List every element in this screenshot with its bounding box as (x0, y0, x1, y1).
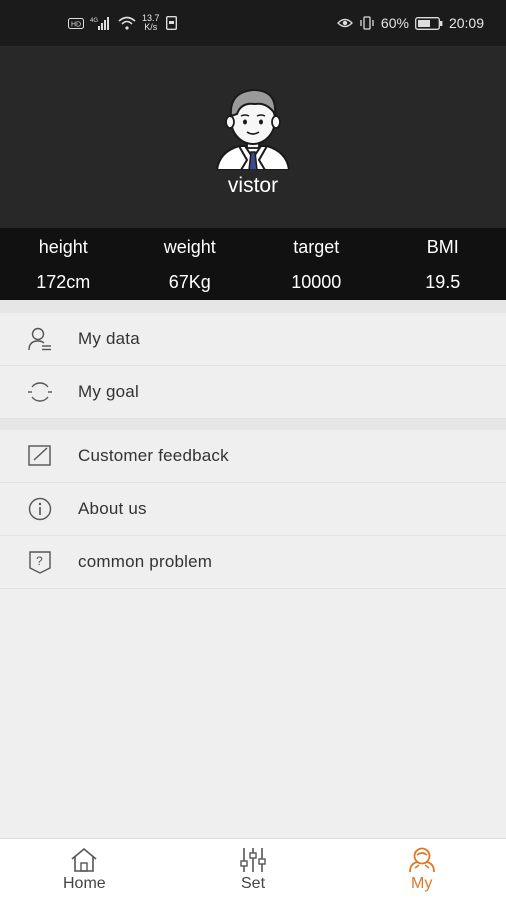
tab-label: Home (62, 875, 106, 892)
hd-icon: HD (68, 17, 84, 29)
username: vistor (227, 174, 279, 197)
menu-item-customer-feedback[interactable]: Customer feedback (0, 430, 506, 483)
stat-value: 67Kg (168, 272, 211, 292)
menu-item-common-problem[interactable]: ? common problem (0, 536, 506, 589)
vibrate-icon (360, 16, 374, 30)
stat-label: BMI (426, 237, 459, 257)
stats-bar: height 172cm weight 67Kg target 10000 BM… (0, 228, 506, 300)
my-profile-icon (406, 846, 438, 874)
status-bar: HD 4G 13.7 K/s 60% 20:09 (0, 0, 506, 46)
svg-text:4G: 4G (90, 18, 98, 24)
stat-label: weight (163, 237, 216, 257)
status-right: 60% 20:09 (337, 15, 484, 31)
stat-label: target (293, 237, 340, 257)
menu-label: My goal (78, 382, 139, 401)
sliders-icon (237, 846, 269, 874)
info-icon (26, 495, 54, 523)
section-divider (0, 300, 506, 313)
avatar[interactable] (211, 80, 295, 170)
network-speed-unit: K/s (144, 22, 158, 32)
stat-weight: weight 67Kg (127, 228, 254, 300)
stat-target: target 10000 (253, 228, 380, 300)
stat-label: height (38, 237, 88, 257)
menu-item-my-data[interactable]: My data (0, 313, 506, 366)
stat-height: height 172cm (0, 228, 127, 300)
network-speed: 13.7 K/s (142, 14, 160, 32)
svg-text:?: ? (36, 554, 43, 568)
section-divider (0, 419, 506, 430)
question-icon: ? (26, 548, 54, 576)
menu-group-personal: My data My goal (0, 313, 506, 419)
home-icon (68, 846, 100, 874)
menu-item-my-goal[interactable]: My goal (0, 366, 506, 419)
profile-header: vistor (0, 46, 506, 228)
stat-value: 10000 (291, 272, 342, 292)
battery-percent: 60% (380, 15, 409, 31)
tab-my[interactable]: My (337, 839, 506, 900)
stat-value: 19.5 (425, 272, 461, 292)
battery-icon (415, 16, 443, 30)
signal-icon: 4G (90, 17, 109, 30)
clock: 20:09 (448, 15, 484, 31)
tab-set[interactable]: Set (169, 839, 338, 900)
wifi-icon (118, 16, 136, 30)
menu-label: About us (78, 499, 147, 518)
svg-text:HD: HD (71, 21, 81, 28)
menu-label: Customer feedback (78, 446, 229, 465)
goal-icon (26, 378, 54, 406)
tab-home[interactable]: Home (0, 839, 169, 900)
sim-icon (165, 16, 177, 30)
feedback-edit-icon (26, 442, 54, 470)
stat-value: 172cm (36, 272, 91, 292)
eye-icon (337, 18, 353, 28)
status-left: HD 4G 13.7 K/s (68, 14, 177, 32)
menu-label: My data (78, 329, 140, 348)
tab-label: My (411, 875, 433, 892)
user-data-icon (26, 325, 54, 353)
menu-label: common problem (78, 552, 213, 571)
menu-group-support: Customer feedback About us ? common prob… (0, 430, 506, 589)
stat-bmi: BMI 19.5 (380, 228, 506, 300)
bottom-tab-bar: Home Set My (0, 838, 506, 900)
menu-item-about-us[interactable]: About us (0, 483, 506, 536)
tab-label: Set (241, 875, 266, 892)
